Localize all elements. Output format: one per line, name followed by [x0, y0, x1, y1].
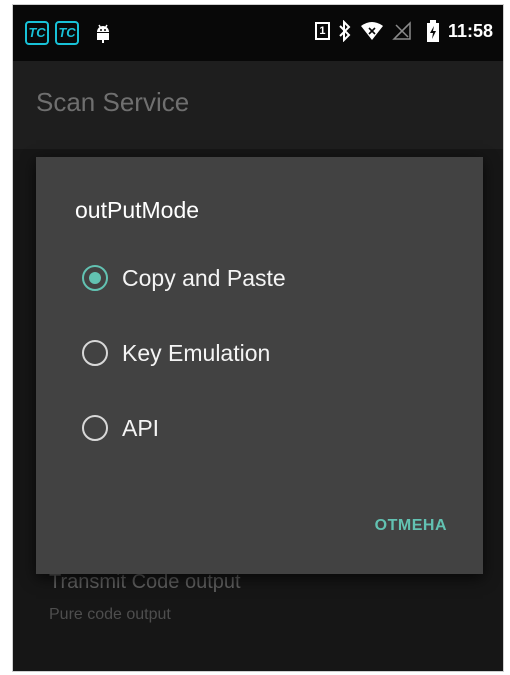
battery-charging-icon	[426, 20, 439, 42]
status-time: 11:58	[447, 20, 493, 41]
option-label: Copy and Paste	[122, 264, 286, 291]
option-copy-and-paste[interactable]: Copy and Paste	[82, 258, 286, 298]
tc-app-icon: TC	[25, 21, 49, 45]
option-label: API	[122, 414, 160, 441]
cancel-button[interactable]: ОТМЕНА	[375, 517, 447, 535]
status-bar: TC TC 1 11:58	[13, 5, 503, 61]
notification-icons: TC TC	[25, 21, 115, 45]
radio-unchecked-icon[interactable]	[82, 340, 108, 366]
radio-checked-icon[interactable]	[82, 265, 108, 291]
no-signal-icon	[392, 21, 411, 40]
android-debug-icon	[97, 24, 109, 43]
app-bar: Scan Service	[13, 61, 503, 149]
preference-title: Transmit Code output	[49, 571, 241, 593]
option-key-emulation[interactable]: Key Emulation	[82, 333, 270, 373]
preference-summary: Pure code output	[49, 606, 171, 623]
device-screen: TC TC 1 11:58 Scan Service Transmit Code…	[12, 4, 504, 672]
system-icons: 1 11:58	[314, 19, 493, 43]
tc-app-icon: TC	[55, 21, 79, 45]
output-mode-dialog: outPutMode Copy and Paste Key Emulation …	[36, 157, 483, 574]
wifi-icon	[360, 22, 383, 40]
option-label: Key Emulation	[122, 339, 271, 366]
option-api[interactable]: API	[82, 408, 159, 448]
bluetooth-icon	[339, 20, 351, 42]
sim-icon: 1	[314, 22, 330, 40]
radio-unchecked-icon[interactable]	[82, 415, 108, 441]
dialog-title: outPutMode	[75, 197, 200, 223]
app-title: Scan Service	[36, 87, 190, 117]
